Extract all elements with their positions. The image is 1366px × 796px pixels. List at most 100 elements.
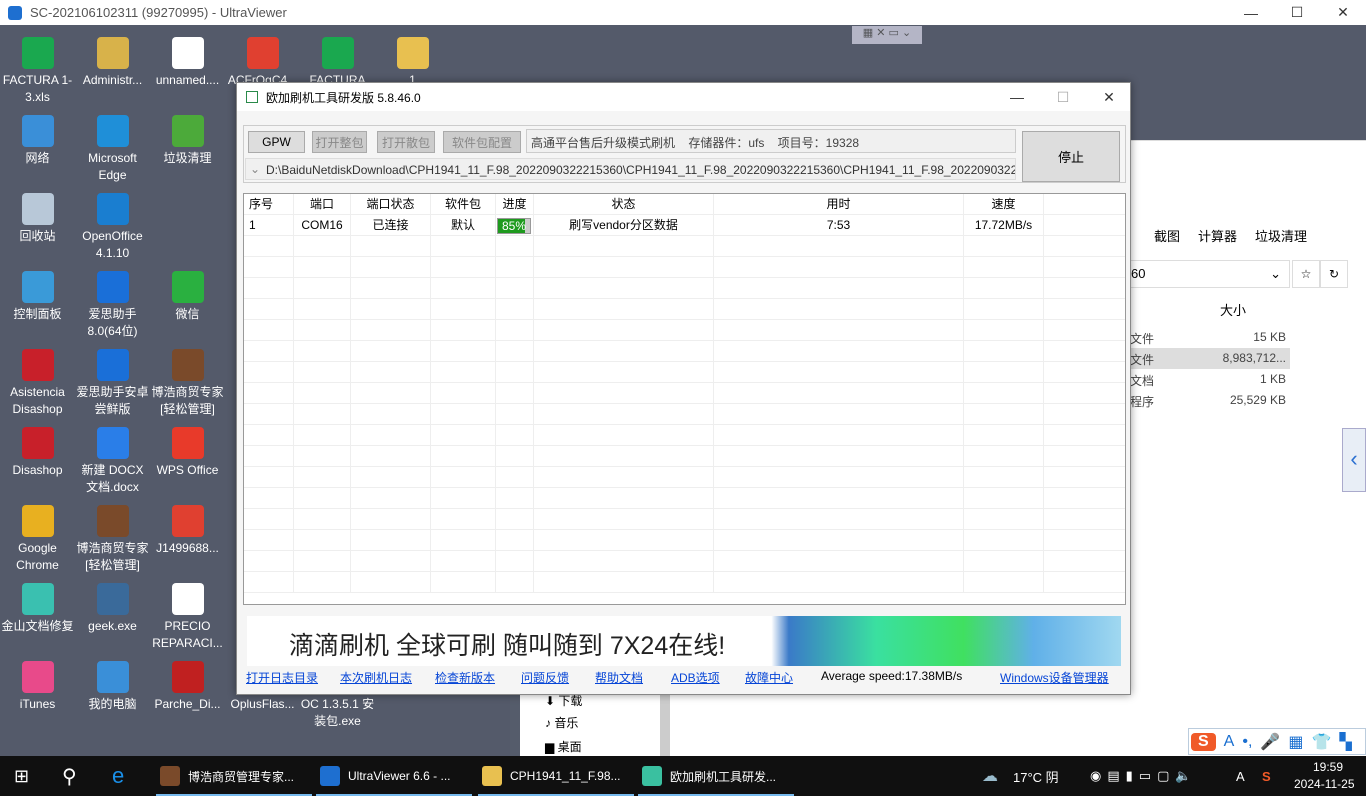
scrollbar[interactable] xyxy=(660,690,670,756)
gpw-button[interactable]: GPW xyxy=(248,131,305,153)
clock-time[interactable]: 19:59 xyxy=(1308,760,1348,774)
desktop-icon[interactable]: ACFrOgC4... xyxy=(225,33,300,89)
desktop-icon[interactable]: J1499688... xyxy=(150,501,225,557)
weather[interactable]: 17°C 阴 xyxy=(1013,756,1059,796)
taskbar-item[interactable]: UltraViewer 6.6 - ... xyxy=(316,756,472,796)
column-header: 软件包 xyxy=(431,194,496,215)
skin-icon[interactable]: 👕 xyxy=(1311,732,1331,752)
desktop-icon[interactable]: 我的电脑 xyxy=(75,657,150,713)
clock-date[interactable]: 2024-11-25 xyxy=(1294,777,1355,791)
desktop-icon[interactable]: WPS Office xyxy=(150,423,225,479)
ie-icon[interactable]: e xyxy=(112,756,124,796)
desktop-icon[interactable]: 博浩商贸专家[轻松管理] xyxy=(150,345,225,418)
remote-titlebar: SC-202106102311 (99270995) - UltraViewer… xyxy=(0,0,1366,25)
desktop-icon[interactable]: 1 xyxy=(375,33,450,89)
file-row[interactable]: 文档 1 KB xyxy=(1130,369,1290,390)
column-header: 序号 xyxy=(244,194,294,215)
nav-desktop[interactable]: ▆ 桌面 xyxy=(545,738,582,755)
table-row xyxy=(244,509,1125,530)
ad-banner[interactable]: 滴滴刷机 全球可刷 随叫随到 7X24在线! xyxy=(247,616,1121,666)
desktop-icon[interactable]: 控制面板 xyxy=(0,267,75,323)
remote-toolbar-toggle[interactable]: ▦ ✕ ▭ ⌄ xyxy=(852,26,922,44)
taskbar-item[interactable]: 欧加刷机工具研发... xyxy=(638,756,794,796)
link-3[interactable]: 问题反馈 xyxy=(521,669,569,686)
desktop-icon[interactable]: 金山文档修复 xyxy=(0,579,75,635)
sogou-logo-icon: S xyxy=(1191,732,1216,751)
desktop-icon[interactable]: geek.exe xyxy=(75,579,150,635)
stop-button[interactable]: 停止 xyxy=(1022,131,1120,182)
desktop-icon[interactable]: 爱思助手安卓尝鲜版 xyxy=(75,345,150,418)
app-icon xyxy=(21,661,54,693)
taskbar-item[interactable]: CPH1941_11_F.98... xyxy=(478,756,634,796)
taskbar-app-icon xyxy=(642,766,662,786)
table-row xyxy=(244,551,1125,572)
desktop-icon[interactable]: OpenOffice 4.1.10 xyxy=(75,189,150,262)
app-maximize-button[interactable]: ☐ xyxy=(1040,84,1086,110)
desktop-icon[interactable]: FACTURA xyxy=(300,33,375,89)
file-row[interactable]: 文件 8,983,712... xyxy=(1130,348,1290,369)
file-row[interactable]: 文件 15 KB xyxy=(1130,327,1290,348)
link-0[interactable]: 打开日志目录 xyxy=(246,669,318,686)
ime-toolbar[interactable]: S A •, 🎤 ▦ 👕 ▚ xyxy=(1188,728,1366,755)
desktop-icon[interactable]: 垃圾清理 xyxy=(150,111,225,167)
taskbar-item[interactable]: 博浩商贸管理专家... xyxy=(156,756,312,796)
nav-music[interactable]: ♪ 音乐 xyxy=(545,714,578,731)
link-4[interactable]: 帮助文档 xyxy=(595,669,643,686)
size-column-header[interactable]: 大小 xyxy=(1220,300,1246,319)
desktop-icon-label: 垃圾清理 xyxy=(163,151,212,165)
keyboard-icon[interactable]: ▦ xyxy=(1288,732,1303,752)
desktop-icon[interactable]: Parche_Di... xyxy=(150,657,225,713)
ime-indicator[interactable]: A xyxy=(1236,756,1245,796)
toolbar-calculator[interactable]: 计算器 xyxy=(1198,226,1237,245)
app-minimize-button[interactable]: — xyxy=(994,84,1040,110)
maximize-button[interactable]: ☐ xyxy=(1274,0,1320,25)
package-path-select[interactable]: ⌄ D:\BaiduNetdiskDownload\CPH1941_11_F.98… xyxy=(245,158,1016,180)
open-full-package-button[interactable]: 打开整包 xyxy=(312,131,367,153)
side-panel-toggle[interactable]: ‹ xyxy=(1342,428,1366,492)
minimize-button[interactable]: — xyxy=(1228,0,1274,25)
search-icon[interactable]: ⚲ xyxy=(62,756,77,796)
open-scatter-package-button[interactable]: 打开散包 xyxy=(377,131,435,153)
desktop-icon[interactable]: Microsoft Edge xyxy=(75,111,150,184)
close-button[interactable]: ✕ xyxy=(1320,0,1366,25)
desktop-icon-label: 博浩商贸专家[轻松管理] xyxy=(151,385,224,416)
desktop-icon[interactable]: iTunes xyxy=(0,657,75,713)
column-header: 用时 xyxy=(714,194,964,215)
link-2[interactable]: 检查新版本 xyxy=(435,669,495,686)
desktop-icon[interactable]: 博浩商贸专家[轻松管理] xyxy=(75,501,150,574)
link-1[interactable]: 本次刷机日志 xyxy=(340,669,412,686)
desktop-icon[interactable]: Administr... xyxy=(75,33,150,89)
tray-icons[interactable]: ◉▤▮▭▢🔈 xyxy=(1090,756,1198,796)
desktop-icon[interactable]: Asistencia Disashop xyxy=(0,345,75,418)
desktop-icon[interactable]: Disashop xyxy=(0,423,75,479)
app-icon xyxy=(171,349,204,381)
desktop-icon[interactable]: 回收站 xyxy=(0,189,75,245)
favorite-icon[interactable]: ☆ xyxy=(1292,260,1320,288)
start-button[interactable]: ⊞ xyxy=(14,756,29,796)
file-row[interactable]: 程序 25,529 KB xyxy=(1130,390,1290,411)
sogou-icon[interactable]: S xyxy=(1262,756,1271,796)
desktop-icon[interactable]: unnamed.... xyxy=(150,33,225,89)
refresh-icon[interactable]: ↻ xyxy=(1320,260,1348,288)
desktop-icon[interactable]: 爱思助手 8.0(64位) xyxy=(75,267,150,340)
desktop-icon[interactable]: FACTURA 1-3.xls xyxy=(0,33,75,106)
desktop-icon[interactable]: 新建 DOCX 文档.docx xyxy=(75,423,150,496)
desktop-icon[interactable]: Google Chrome xyxy=(0,501,75,574)
link-device-manager[interactable]: Windows设备管理器 xyxy=(1000,669,1109,686)
link-6[interactable]: 故障中心 xyxy=(745,669,793,686)
address-bar[interactable]: 60 ⌄ xyxy=(1130,260,1290,288)
desktop-icon[interactable]: 网络 xyxy=(0,111,75,167)
table-row[interactable]: 1 COM16 已连接 默认 85% 刷写vendor分区数据 7:53 17.72MB/s xyxy=(244,215,1125,236)
toolbar-screenshot[interactable]: 截图 xyxy=(1154,226,1180,245)
mic-icon[interactable]: 🎤 xyxy=(1260,732,1280,752)
punctuation-icon[interactable]: •, xyxy=(1242,733,1252,751)
link-5[interactable]: ADB选项 xyxy=(671,669,720,686)
desktop-icon[interactable]: PRECIO REPARACI... xyxy=(150,579,225,652)
toolbar-cleanup[interactable]: 垃圾清理 xyxy=(1255,226,1307,245)
ime-letter-icon[interactable]: A xyxy=(1224,733,1235,751)
apps-icon[interactable]: ▚ xyxy=(1339,732,1351,752)
app-close-button[interactable]: ✕ xyxy=(1086,84,1132,110)
table-row xyxy=(244,362,1125,383)
package-config-button[interactable]: 软件包配置 xyxy=(443,131,521,153)
desktop-icon[interactable]: 微信 xyxy=(150,267,225,323)
